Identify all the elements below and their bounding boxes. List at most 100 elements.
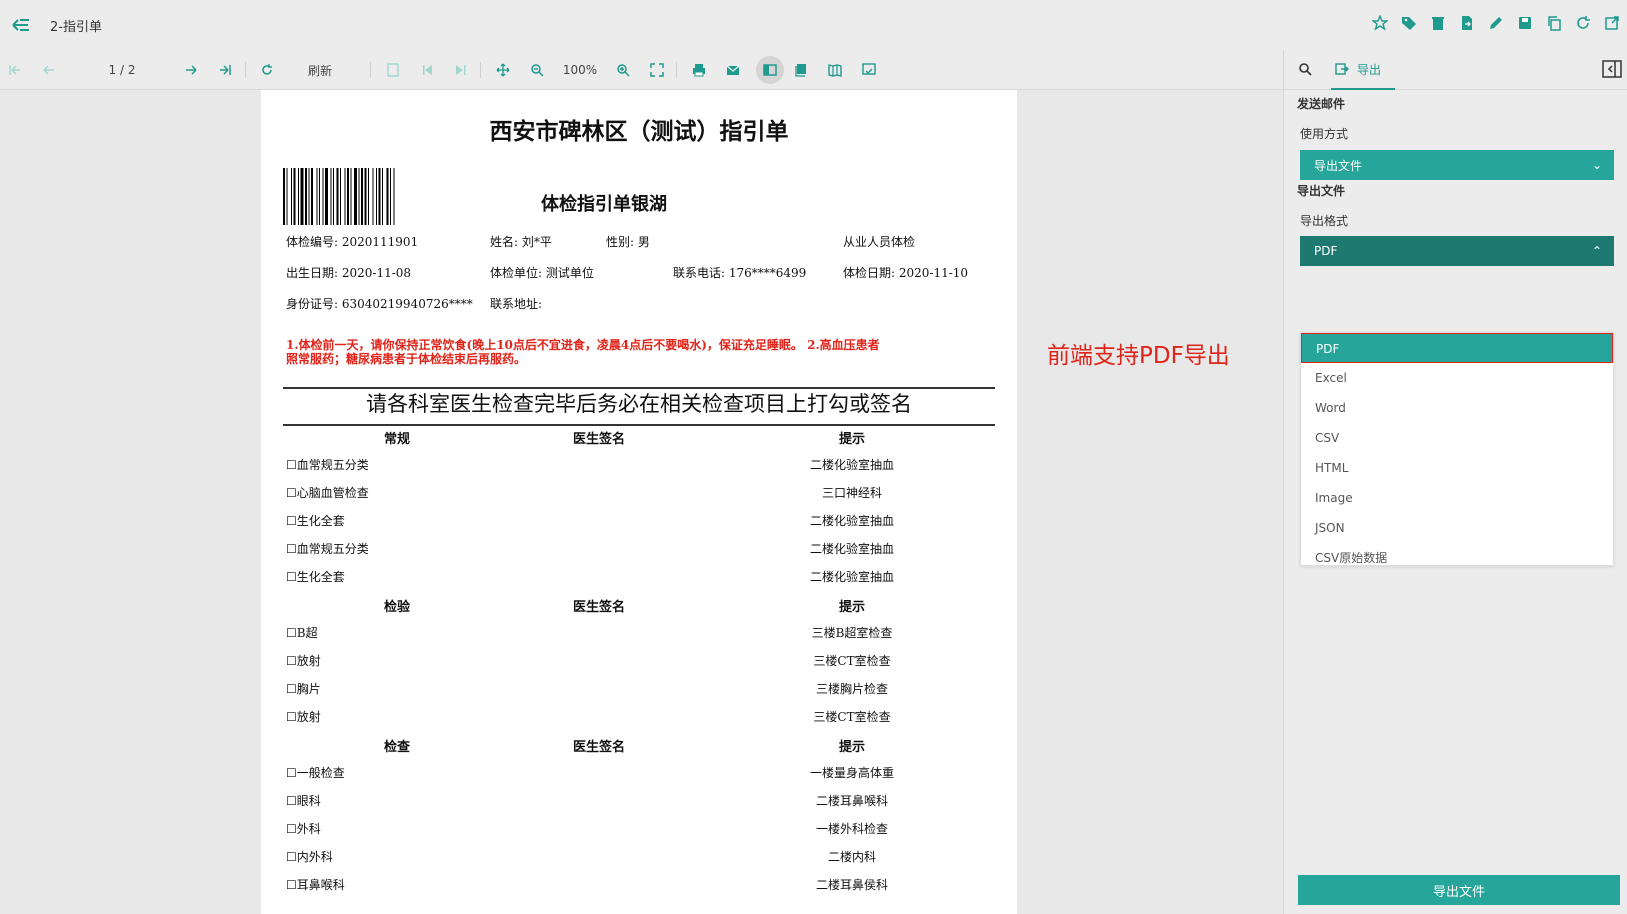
format-select[interactable]: PDF ⌃ bbox=[1300, 236, 1614, 266]
tab-export[interactable]: 导出 bbox=[1331, 50, 1395, 90]
exam-item-checkbox[interactable]: ☐外科 bbox=[286, 820, 321, 837]
document-map-icon[interactable] bbox=[384, 60, 402, 80]
column-header: 医生签名 bbox=[572, 432, 625, 447]
chevron-down-icon: ⌄ bbox=[1591, 158, 1602, 172]
exam-item-hint: 二楼化验室抽血 bbox=[809, 570, 894, 584]
back-arrow-icon[interactable] bbox=[10, 14, 32, 36]
exam-item-checkbox[interactable]: ☐B超 bbox=[286, 624, 318, 641]
search-icon[interactable] bbox=[1298, 61, 1312, 80]
exam-item-hint: 二楼耳鼻侯科 bbox=[815, 878, 888, 892]
multi-page-view-icon[interactable] bbox=[860, 60, 878, 80]
reload-icon[interactable] bbox=[1574, 14, 1592, 32]
usage-select[interactable]: 导出文件 ⌄ bbox=[1300, 150, 1614, 180]
column-header: 常规 bbox=[383, 432, 410, 447]
toolbar-divider bbox=[480, 62, 481, 78]
format-option[interactable]: Image bbox=[1301, 483, 1613, 513]
patient-name: 姓名: 刘*平 bbox=[490, 235, 552, 249]
top-bar: 2-指引单 bbox=[0, 0, 1627, 50]
column-header: 检查 bbox=[383, 740, 410, 755]
exam-item-checkbox[interactable]: ☐心脑血管检查 bbox=[286, 484, 369, 501]
fullscreen-icon[interactable] bbox=[648, 60, 666, 80]
exam-item-hint: 一楼外科检查 bbox=[815, 822, 888, 836]
barcode-image bbox=[283, 168, 395, 225]
exam-item-checkbox[interactable]: ☐放射 bbox=[286, 708, 321, 725]
notice-line: 1.体检前一天，请你保持正常饮食(晚上10点后不宜进食，凌晨4点后不要喝水)，保… bbox=[286, 338, 880, 352]
zoom-out-icon[interactable] bbox=[528, 60, 546, 80]
page-indicator[interactable]: 1 / 2 bbox=[100, 60, 144, 80]
document-title: 2-指引单 bbox=[50, 20, 102, 35]
step-back-icon[interactable] bbox=[418, 60, 436, 80]
export-file-icon[interactable] bbox=[1458, 14, 1476, 32]
exam-item-checkbox[interactable]: ☐生化全套 bbox=[286, 512, 345, 529]
continuous-view-icon[interactable] bbox=[792, 60, 810, 80]
save-icon[interactable] bbox=[1516, 14, 1534, 32]
usage-label: 使用方式 bbox=[1300, 127, 1349, 141]
exam-item-checkbox[interactable]: ☐血常规五分类 bbox=[286, 540, 369, 557]
toolbar-divider bbox=[370, 62, 371, 78]
document-viewer[interactable]: 西安市碑林区（测试）指引单 体检指引单银湖 体检编号: 2020111901 姓… bbox=[0, 90, 1283, 914]
previous-page-icon[interactable] bbox=[40, 60, 58, 80]
exam-item-checkbox[interactable]: ☐内外科 bbox=[286, 848, 333, 865]
pdf-export-annotation: 前端支持PDF导出 bbox=[1047, 343, 1230, 369]
toolbar-divider bbox=[245, 62, 246, 78]
galley-view-icon[interactable] bbox=[826, 60, 844, 80]
tag-icon[interactable] bbox=[1400, 14, 1418, 32]
exam-item-checkbox[interactable]: ☐放射 bbox=[286, 652, 321, 669]
last-page-icon[interactable] bbox=[216, 60, 234, 80]
exam-item-hint: 三楼CT室检查 bbox=[813, 710, 891, 724]
format-option[interactable]: CSV原始数据 bbox=[1301, 543, 1613, 565]
contact-address: 联系地址: bbox=[490, 297, 543, 311]
exam-item-hint: 二楼化验室抽血 bbox=[809, 514, 894, 528]
copy-icon[interactable] bbox=[1545, 14, 1563, 32]
refresh-label[interactable]: 刷新 bbox=[300, 60, 340, 80]
exam-item-checkbox[interactable]: ☐生化全套 bbox=[286, 568, 345, 585]
format-option[interactable]: CSV bbox=[1301, 423, 1613, 453]
delete-icon[interactable] bbox=[1429, 14, 1447, 32]
export-icon bbox=[1335, 63, 1349, 75]
format-option[interactable]: JSON bbox=[1301, 513, 1613, 543]
toolbar-divider bbox=[676, 62, 677, 78]
exam-item-checkbox[interactable]: ☐眼科 bbox=[286, 792, 321, 809]
column-header: 提示 bbox=[838, 600, 865, 615]
first-page-icon[interactable] bbox=[6, 60, 24, 80]
exam-item-checkbox[interactable]: ☐一般检查 bbox=[286, 764, 345, 781]
format-option[interactable]: PDF bbox=[1301, 333, 1613, 363]
column-header: 检验 bbox=[383, 600, 410, 615]
exam-item-checkbox[interactable]: ☐耳鼻喉科 bbox=[286, 876, 345, 893]
step-forward-icon[interactable] bbox=[452, 60, 470, 80]
print-icon[interactable] bbox=[690, 60, 708, 80]
exam-item-hint: 三楼胸片检查 bbox=[815, 682, 888, 696]
exam-item-checkbox[interactable]: ☐血常规五分类 bbox=[286, 456, 369, 473]
export-file-button[interactable]: 导出文件 bbox=[1298, 875, 1620, 905]
column-header: 提示 bbox=[838, 432, 865, 447]
format-label: 导出格式 bbox=[1300, 214, 1349, 228]
report-subtitle: 体检指引单银湖 bbox=[541, 194, 667, 215]
next-page-icon[interactable] bbox=[182, 60, 200, 80]
edit-icon[interactable] bbox=[1487, 14, 1505, 32]
instruction-banner: 请各科室医生检查完毕后务必在相关检查项目上打勾或签名 bbox=[366, 392, 912, 416]
single-page-view-icon[interactable] bbox=[756, 56, 784, 84]
pan-icon[interactable] bbox=[494, 60, 512, 80]
open-external-icon[interactable] bbox=[1603, 14, 1621, 32]
collapse-panel-icon[interactable] bbox=[1602, 60, 1622, 82]
exam-item-hint: 二楼化验室抽血 bbox=[809, 458, 894, 472]
notice-line: 照常服药；糖尿病患者于体检结束后再服药。 bbox=[286, 352, 527, 366]
usage-select-value: 导出文件 bbox=[1314, 158, 1363, 173]
send-email-heading[interactable]: 发送邮件 bbox=[1297, 95, 1345, 112]
refresh-icon[interactable] bbox=[258, 60, 276, 80]
zoom-in-icon[interactable] bbox=[614, 60, 632, 80]
format-option[interactable]: Word bbox=[1301, 393, 1613, 423]
tab-export-label: 导出 bbox=[1357, 62, 1382, 77]
send-email-icon[interactable] bbox=[724, 60, 742, 80]
star-icon[interactable] bbox=[1371, 14, 1389, 32]
zoom-level[interactable]: 100% bbox=[560, 60, 600, 80]
format-option[interactable]: Excel bbox=[1301, 363, 1613, 393]
exam-item-hint: 二楼化验室抽血 bbox=[809, 542, 894, 556]
format-select-value: PDF bbox=[1314, 244, 1338, 258]
exam-item-checkbox[interactable]: ☐胸片 bbox=[286, 680, 321, 697]
format-option[interactable]: HTML bbox=[1301, 453, 1613, 483]
report-page: 西安市碑林区（测试）指引单 体检指引单银湖 体检编号: 2020111901 姓… bbox=[261, 90, 1017, 914]
exam-date: 体检日期: 2020-11-10 bbox=[843, 266, 969, 280]
format-dropdown[interactable]: PDF Excel Word CSV HTML Image JSON CSV原始数据 bbox=[1300, 332, 1614, 566]
export-panel: 导出 发送邮件 使用方式 导出文件 ⌄ 导出文件 导出格式 PDF ⌃ PDF E… bbox=[1283, 50, 1627, 914]
